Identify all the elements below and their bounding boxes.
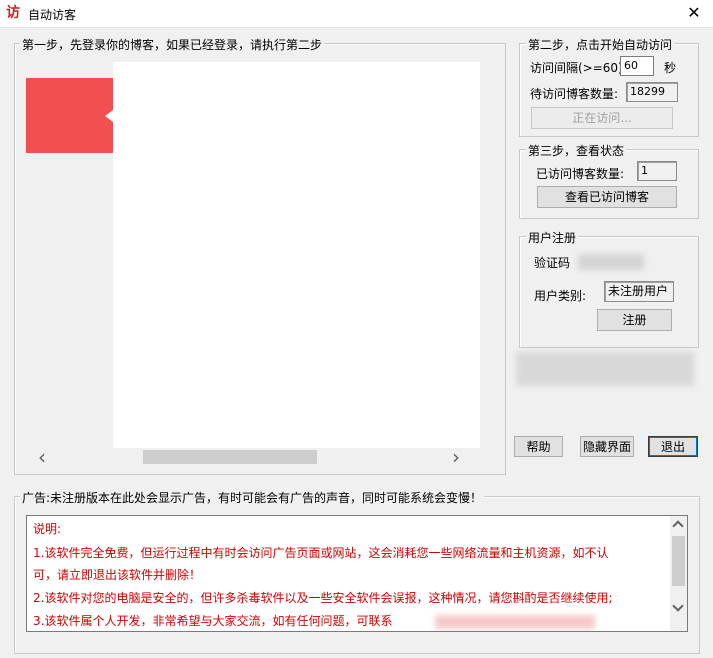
ad-legend: 广告:未注册版本在此处会显示广告，有时可能会有广告的声音，同时可能系统会变慢！ xyxy=(20,489,485,506)
register-legend: 用户注册 xyxy=(526,229,579,246)
exit-button[interactable]: 退出 xyxy=(648,436,698,457)
user-type-label: 用户类别: xyxy=(534,289,587,303)
ad-vertical-scrollbar[interactable] xyxy=(670,516,687,631)
scroll-left-icon[interactable]: ‹ xyxy=(38,445,46,469)
pending-label: 待访问博客数量: xyxy=(530,87,619,101)
red-flag-ad xyxy=(26,78,113,153)
redacted-info xyxy=(516,352,694,386)
scroll-up-icon[interactable] xyxy=(672,520,684,532)
ad-scroll-thumb[interactable] xyxy=(672,536,685,586)
scroll-right-icon[interactable]: › xyxy=(452,445,460,469)
browser-view[interactable] xyxy=(26,62,480,448)
app-icon: 访 xyxy=(6,5,20,21)
step1-legend: 第一步，先登录你的博客，如果已经登录，请执行第二步 xyxy=(20,36,325,53)
ad-line-2: 可，请立即退出该软件并删除！ xyxy=(33,568,202,582)
contact-redacted xyxy=(435,615,595,629)
interval-unit: 秒 xyxy=(664,61,677,75)
hide-window-button[interactable]: 隐藏界面 xyxy=(580,436,634,457)
visited-label: 已访问博客数量: xyxy=(536,167,625,181)
flag-notch xyxy=(105,110,113,122)
title-bar: 访 自动访客 ✕ xyxy=(0,0,713,28)
close-icon[interactable]: ✕ xyxy=(682,2,706,24)
interval-label: 访问间隔(>=60) xyxy=(530,61,623,75)
help-button[interactable]: 帮助 xyxy=(514,436,563,457)
scroll-down-icon[interactable] xyxy=(672,600,684,612)
ad-line-3: 2.该软件对您的电脑是安全的，但许多杀毒软件以及一些安全软件会误报，这种情况，请… xyxy=(33,591,613,605)
code-label: 验证码 xyxy=(534,256,571,270)
window-title: 自动访客 xyxy=(28,8,77,22)
pending-count: 18299 xyxy=(626,82,678,102)
ad-line-0: 说明: xyxy=(33,522,62,536)
horizontal-scrollbar[interactable]: ‹ › xyxy=(26,445,480,469)
step2-legend: 第二步，点击开始自动访问 xyxy=(526,36,675,53)
user-type-value: 未注册用户 xyxy=(604,281,674,302)
ad-text-area[interactable]: 说明: 1.该软件完全免费，但运行过程中有时会访问广告页面或网站，这会消耗您一些… xyxy=(26,515,688,632)
view-visited-button[interactable]: 查看已访问博客 xyxy=(537,186,677,208)
ad-line-4: 3.该软件属个人开发，非常希望与大家交流，如有任何问题，可联系 xyxy=(33,614,393,628)
ad-line-1: 1.该软件完全免费，但运行过程中有时会访问广告页面或网站，这会消耗您一些网络流量… xyxy=(33,546,609,560)
visiting-button[interactable]: 正在访问... xyxy=(531,107,673,129)
step3-legend: 第三步，查看状态 xyxy=(526,142,627,159)
code-value-redacted xyxy=(578,254,644,270)
register-button[interactable]: 注册 xyxy=(597,309,672,331)
visited-count: 1 xyxy=(637,161,677,181)
interval-input[interactable]: 60 xyxy=(620,56,654,76)
step3-group xyxy=(519,149,699,219)
browser-page xyxy=(113,62,480,448)
scroll-thumb[interactable] xyxy=(143,450,317,464)
